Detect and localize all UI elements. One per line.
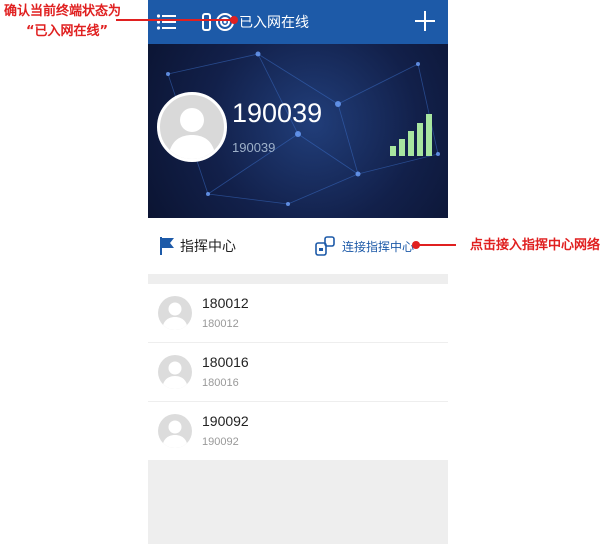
status-arrow-dot: [230, 16, 238, 24]
annotation-arrows: [116, 16, 456, 249]
connect-arrow-dot: [412, 241, 420, 249]
connect-annotation: 点击接入指挥中心网络: [470, 238, 601, 253]
